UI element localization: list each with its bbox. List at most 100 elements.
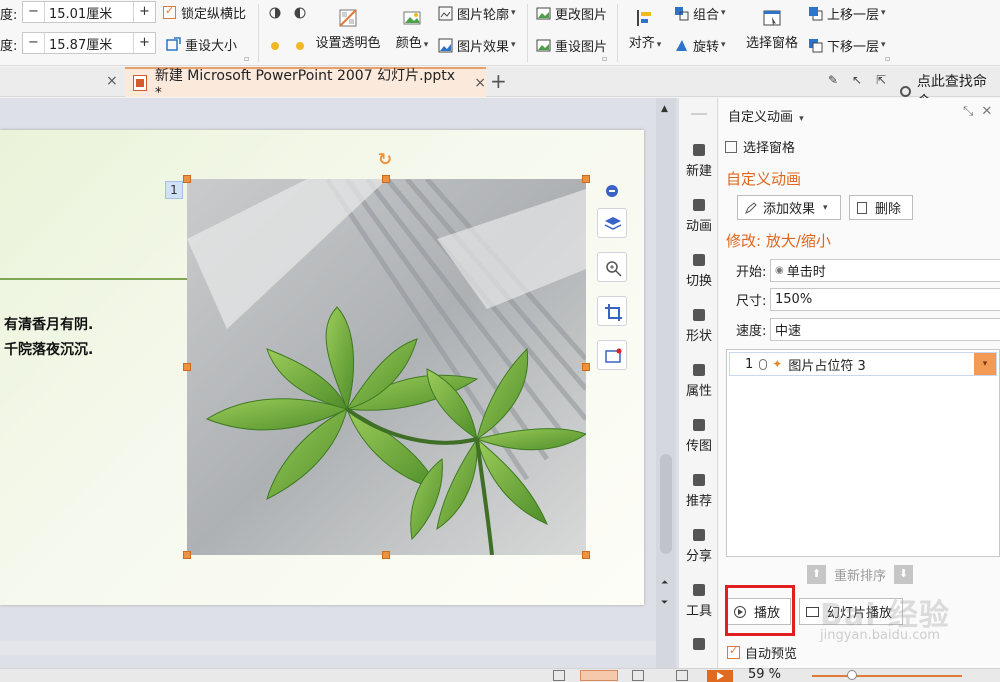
layers-tool-button[interactable] bbox=[597, 208, 627, 238]
resize-handle-se[interactable] bbox=[582, 551, 590, 559]
slide-sorter-icon[interactable] bbox=[632, 670, 644, 681]
delete-effect-button[interactable]: 删除 bbox=[849, 195, 913, 220]
side-tab-animation[interactable]: 动画 bbox=[679, 199, 719, 234]
brightness-adjust-buttons[interactable] bbox=[268, 35, 312, 55]
picture-dialog-launcher-icon[interactable]: ▫ bbox=[602, 54, 607, 63]
prev-slide-icon[interactable]: ⏶ bbox=[661, 578, 668, 588]
resize-handle-s[interactable] bbox=[382, 551, 390, 559]
new-icon bbox=[693, 144, 705, 156]
side-tab-label: 分享 bbox=[685, 549, 712, 564]
pin-icon[interactable]: ✎ bbox=[828, 73, 838, 87]
selected-picture[interactable] bbox=[187, 179, 586, 555]
pane-header[interactable]: 自定义动画 ▾ bbox=[728, 106, 804, 125]
rotate-button[interactable]: 旋转 ▾ bbox=[674, 35, 726, 55]
zoom-slider[interactable] bbox=[812, 675, 962, 677]
effect-list[interactable]: 1 ✦ 图片占位符 3 ▾ bbox=[726, 349, 1000, 557]
move-up-arrow-icon[interactable]: ⬆ bbox=[807, 565, 826, 584]
next-slide-icon[interactable]: ⏷ bbox=[661, 598, 668, 608]
scroll-up-icon[interactable]: ▲ bbox=[661, 104, 668, 114]
reset-picture-button[interactable]: 重设图片 bbox=[536, 35, 607, 55]
zoom-tool-button[interactable] bbox=[597, 252, 627, 282]
add-effect-button[interactable]: 添加效果 ▾ bbox=[737, 195, 841, 220]
selection-pane-link[interactable]: 选择窗格 bbox=[725, 137, 795, 156]
slide-workspace[interactable]: 有清香月有阴. 千院落夜沉沉. 1 ↻ ▲ ⏶ ⏷ bbox=[0, 98, 678, 668]
size-dialog-launcher-icon[interactable]: ▫ bbox=[244, 54, 249, 63]
lock-ratio-checkbox[interactable]: 锁定纵横比 bbox=[163, 2, 246, 22]
side-tab-shape[interactable]: 形状 bbox=[679, 309, 719, 344]
scrollbar-thumb[interactable] bbox=[660, 454, 672, 554]
picture-effect-button[interactable]: 图片效果 ▾ bbox=[438, 35, 516, 55]
start-select[interactable]: ◉ 单击时 ▾ bbox=[770, 258, 1000, 282]
resize-handle-e[interactable] bbox=[582, 363, 590, 371]
side-tab-tools[interactable]: 工具 bbox=[679, 584, 719, 619]
height-decrease-button[interactable]: − bbox=[23, 33, 45, 53]
zoom-level[interactable]: 59 % bbox=[748, 667, 781, 682]
side-tab-share[interactable]: 分享 bbox=[679, 529, 719, 564]
speed-select[interactable]: 中速 ▾ bbox=[770, 317, 1000, 341]
align-button[interactable]: 对齐 ▾ bbox=[623, 8, 667, 51]
resize-handle-sw[interactable] bbox=[183, 551, 191, 559]
vertical-scrollbar[interactable]: ▲ ⏶ ⏷ bbox=[656, 98, 676, 668]
normal-view-icon[interactable] bbox=[580, 670, 618, 681]
side-tab-recommend[interactable]: 推荐 bbox=[679, 474, 719, 509]
set-transparent-label: 设置透明色 bbox=[315, 36, 381, 51]
slideshow-button[interactable]: 幻灯片播放 bbox=[799, 598, 903, 625]
width-input[interactable]: 15.01厘米 bbox=[45, 3, 133, 22]
resize-handle-ne[interactable] bbox=[582, 175, 590, 183]
color-button[interactable]: 颜色 ▾ bbox=[390, 8, 434, 51]
horizontal-scrollbar[interactable] bbox=[0, 641, 656, 655]
close-pane-icon[interactable]: ✕ bbox=[981, 104, 1000, 119]
share-icon[interactable]: ⇱ bbox=[876, 73, 886, 87]
animation-order-tag[interactable]: 1 bbox=[165, 181, 183, 199]
zoom-slider-knob[interactable] bbox=[847, 670, 857, 680]
document-tab[interactable]: 新建 Microsoft PowerPoint 2007 幻灯片.pptx * … bbox=[125, 67, 486, 101]
width-increase-button[interactable]: + bbox=[133, 2, 155, 22]
size-select[interactable]: 150% ▾ bbox=[770, 287, 1000, 311]
height-spinner[interactable]: − 15.87厘米 + bbox=[22, 32, 156, 54]
reading-view-icon[interactable] bbox=[676, 670, 688, 681]
reset-size-button[interactable]: 重设大小 bbox=[166, 34, 237, 54]
group-button[interactable]: 组合 ▾ bbox=[674, 3, 726, 23]
autopreview-checkbox[interactable]: 自动预览 bbox=[727, 643, 797, 662]
side-tab-new[interactable]: 新建 bbox=[679, 144, 719, 179]
side-tab-more[interactable] bbox=[679, 638, 719, 654]
resize-handle-nw[interactable] bbox=[183, 175, 191, 183]
set-transparent-button[interactable]: 设置透明色 bbox=[312, 8, 384, 51]
body-text[interactable]: 有清香月有阴. 千院落夜沉沉. bbox=[4, 313, 93, 363]
resize-handle-w[interactable] bbox=[183, 363, 191, 371]
side-tab-transition[interactable]: 切换 bbox=[679, 254, 719, 289]
close-icon[interactable]: × bbox=[474, 75, 486, 91]
height-increase-button[interactable]: + bbox=[133, 33, 155, 53]
divider bbox=[258, 4, 259, 62]
side-tab-label: 动画 bbox=[685, 219, 712, 234]
list-item[interactable]: 1 ✦ 图片占位符 3 ▾ bbox=[729, 352, 997, 376]
effect-options-dropdown[interactable]: ▾ bbox=[974, 353, 996, 375]
crop-tool-button[interactable] bbox=[597, 296, 627, 326]
bring-forward-button[interactable]: 上移一层 ▾ bbox=[808, 3, 886, 23]
play-button[interactable]: 播放 bbox=[727, 598, 791, 625]
collapse-tools-icon[interactable] bbox=[606, 185, 618, 197]
notes-icon[interactable] bbox=[553, 670, 565, 681]
height-input[interactable]: 15.87厘米 bbox=[45, 34, 133, 53]
arrange-dialog-launcher-icon[interactable]: ▫ bbox=[885, 54, 890, 63]
picture-frame-tool-button[interactable] bbox=[597, 340, 627, 370]
width-spinner[interactable]: − 15.01厘米 + bbox=[22, 1, 156, 23]
send-backward-button[interactable]: 下移一层 ▾ bbox=[808, 35, 886, 55]
side-tab-upload-picture[interactable]: 传图 bbox=[679, 419, 719, 454]
rotate-handle-icon[interactable]: ↻ bbox=[377, 152, 393, 169]
slideshow-play-icon[interactable] bbox=[707, 670, 733, 682]
pin-pane-icon[interactable]: ⤡ bbox=[963, 104, 981, 119]
new-tab-icon[interactable]: + bbox=[490, 69, 507, 93]
resize-handle-n[interactable] bbox=[382, 175, 390, 183]
chevron-down-icon: ▾ bbox=[511, 8, 516, 18]
width-decrease-button[interactable]: − bbox=[23, 2, 45, 22]
side-tab-properties[interactable]: 属性 bbox=[679, 364, 719, 399]
change-picture-button[interactable]: 更改图片 bbox=[536, 3, 607, 23]
cursor-icon[interactable]: ↖ bbox=[852, 73, 862, 87]
close-tab-icon[interactable]: × bbox=[106, 73, 118, 89]
picture-outline-button[interactable]: 图片轮廓 ▾ bbox=[438, 3, 516, 23]
brightness-buttons[interactable] bbox=[268, 3, 312, 23]
slide-canvas[interactable]: 有清香月有阴. 千院落夜沉沉. 1 ↻ bbox=[0, 130, 644, 605]
move-down-arrow-icon[interactable]: ⬇ bbox=[894, 565, 914, 584]
selection-pane-button[interactable]: 选择窗格 bbox=[742, 8, 802, 51]
